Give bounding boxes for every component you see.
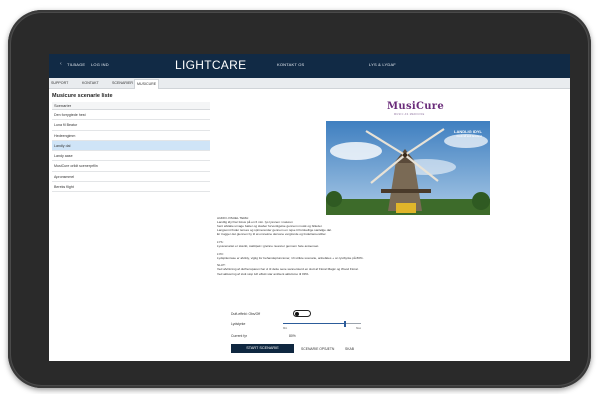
volume-slider-fill: [283, 323, 346, 325]
reset-button[interactable]: SKAB: [345, 347, 354, 351]
musicure-logo-tagline: MUSIC AS MEDICINE: [394, 113, 425, 116]
list-item[interactable]: Apronsmmel: [52, 172, 210, 183]
tab-bar: SUPPORT KONTAKT SCENARIER MUSICURE: [49, 78, 570, 89]
scenario-description: AUDIO-VISUEL TEMA: Landlig idyl har foku…: [217, 216, 447, 279]
scene-subtitle: Windmill and farmland: [456, 135, 482, 138]
desc-end-line: Ved aktivering af slutt stop luft effekt…: [217, 271, 310, 276]
scene-title: LANDLIG IDYL: [454, 129, 482, 134]
nav-login-link[interactable]: LOG IND: [91, 62, 109, 67]
current-label: Current fyr: [231, 333, 248, 338]
volume-slider[interactable]: [283, 320, 361, 327]
volume-slider-thumb[interactable]: [344, 320, 347, 327]
scenario-list-header: Scenarier: [52, 102, 210, 110]
scenario-list: Den forrygtede hest Luna fil Beatur Hede…: [52, 110, 210, 193]
scenario-list-title: Musicure scenarie liste: [52, 93, 113, 99]
nav-contact-link[interactable]: KONTAKT OS: [277, 62, 304, 67]
tab-scenarios[interactable]: SCENARIER: [112, 81, 133, 85]
current-value: 80%: [289, 333, 296, 338]
musicure-logo: MusiCure: [387, 101, 445, 112]
volume-label: Lydstyrke: [231, 321, 246, 326]
scent-toggle-label: Duft-effekt: Obs/Off: [231, 311, 261, 316]
list-item[interactable]: Bereks flight: [52, 182, 210, 193]
volume-min-label: Min: [283, 327, 288, 330]
desc-theme-line: Er trugger det giennen by til at omnekne…: [217, 232, 327, 237]
scenario-setup-button[interactable]: SCENARIE OPSÆTN: [301, 347, 334, 351]
list-item[interactable]: Landy aase: [52, 151, 210, 162]
top-navigation-bar: ‹ TILBAGE LOG IND LIGHTCARE KONTAKT OS L…: [49, 54, 570, 78]
scenario-image: LANDLIG IDYL Windmill and farmland: [326, 121, 490, 215]
list-item[interactable]: Luna fil Beatur: [52, 120, 210, 131]
app-screen: ‹ TILBAGE LOG IND LIGHTCARE KONTAKT OS L…: [49, 54, 570, 361]
list-item[interactable]: Den forrygtede hest: [52, 110, 210, 121]
toggle-knob: [295, 312, 299, 316]
list-item-selected[interactable]: Landly dal: [52, 140, 210, 152]
volume-max-label: Max: [356, 327, 361, 330]
tab-support[interactable]: SUPPORT: [51, 81, 68, 85]
start-scenario-button[interactable]: START SCENARIE: [231, 344, 294, 353]
desc-sound-line: Lydspilenrase er afvikty, vigtig for beh…: [217, 255, 364, 260]
desc-light-line: Lysscenariet er stærkt, støttipek i grøn…: [217, 244, 320, 249]
nav-light-sound-link[interactable]: LYS & LYDAF: [369, 62, 396, 67]
tab-musicure[interactable]: MUSICURE: [134, 79, 160, 89]
list-item[interactable]: Hedeengimm: [52, 131, 210, 141]
tab-contact[interactable]: KONTAKT: [82, 81, 99, 85]
scent-toggle[interactable]: [293, 310, 311, 317]
nav-back-link[interactable]: TILBAGE: [67, 62, 85, 67]
list-item[interactable]: MusiCure orildt scenerprflin: [52, 161, 210, 172]
brand-title: LIGHTCARE: [175, 58, 247, 72]
back-arrow-icon[interactable]: ‹: [60, 61, 62, 67]
